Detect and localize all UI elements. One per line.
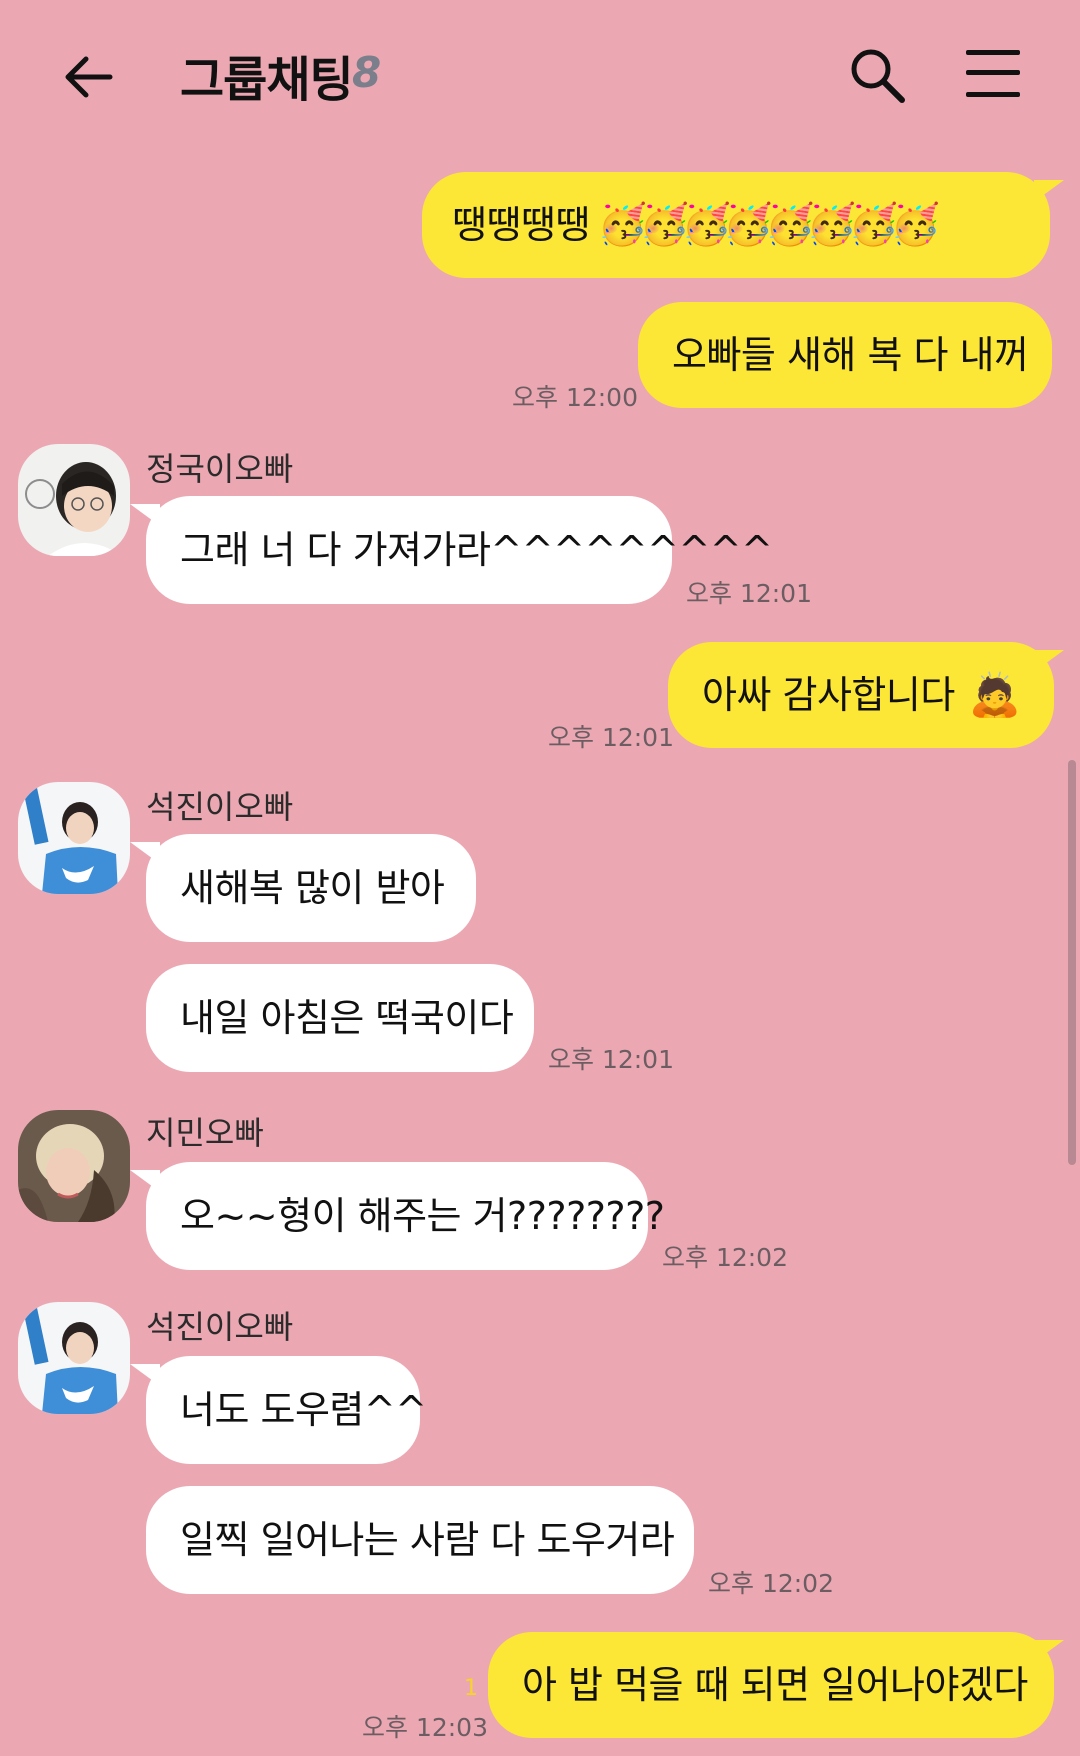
message-text: 너도 도우렴^^ <box>180 1388 427 1432</box>
scrollbar[interactable] <box>1068 760 1076 1165</box>
search-icon[interactable] <box>846 44 908 106</box>
my-message-bubble[interactable]: 아싸 감사합니다 🙇 <box>668 642 1054 748</box>
bubble-tail <box>1034 650 1064 672</box>
my-message-bubble[interactable]: 오빠들 새해 복 다 내꺼 <box>638 302 1052 408</box>
message-text: 그래 너 다 가져가라^^^^^^^^^ <box>180 528 773 572</box>
sender-name: 지민오빠 <box>146 1114 264 1152</box>
bubble-tail <box>1034 1640 1064 1662</box>
sender-name: 정국이오빠 <box>146 450 294 488</box>
message-time: 오후 12:00 <box>512 383 638 412</box>
message-time: 오후 12:01 <box>548 723 674 752</box>
message-text: 일찍 일어나는 사람 다 도우거라 <box>180 1518 675 1562</box>
message-text: 땡땡땡땡 <box>452 203 590 247</box>
bubble-tail <box>130 1170 160 1192</box>
unread-count: 1 <box>464 1676 478 1701</box>
chat-title: 그룹채팅 <box>180 52 354 108</box>
message-time: 오후 12:01 <box>686 579 812 608</box>
chat-header: 그룹채팅 8 <box>0 0 1080 150</box>
message-time: 오후 12:01 <box>548 1045 674 1074</box>
back-arrow-icon[interactable] <box>58 46 120 108</box>
other-message-bubble[interactable]: 너도 도우렴^^ <box>146 1356 427 1464</box>
message-text: 아 밥 먹을 때 되면 일어나야겠다 <box>522 1663 1028 1707</box>
sender-name: 석진이오빠 <box>146 1308 294 1346</box>
message-text: 오빠들 새해 복 다 내꺼 <box>672 333 1029 377</box>
avatar-jimin[interactable] <box>18 1110 130 1222</box>
other-message-bubble[interactable]: 내일 아침은 떡국이다 <box>146 964 534 1072</box>
sender-name: 석진이오빠 <box>146 788 294 826</box>
message-time: 오후 12:03 <box>362 1713 488 1742</box>
menu-icon[interactable] <box>966 48 1024 102</box>
message-time: 오후 12:02 <box>662 1243 788 1272</box>
bubble-tail <box>1034 180 1064 202</box>
member-count: 8 <box>352 48 382 97</box>
bubble-tail <box>130 1364 160 1386</box>
other-message-bubble[interactable]: 그래 너 다 가져가라^^^^^^^^^ <box>146 496 773 604</box>
party-face-emoji-icons: 🥳🥳🥳🥳🥳🥳🥳🥳 <box>597 202 940 248</box>
message-time: 오후 12:02 <box>708 1569 834 1598</box>
bubble-tail <box>130 504 160 526</box>
message-text: 내일 아침은 떡국이다 <box>180 996 514 1040</box>
my-message-bubble[interactable]: 아 밥 먹을 때 되면 일어나야겠다 <box>488 1632 1054 1738</box>
bubble-tail <box>130 842 160 864</box>
other-message-bubble[interactable]: 오~~형이 해주는 거???????? <box>146 1162 665 1270</box>
message-text: 새해복 많이 받아 <box>180 866 445 910</box>
avatar-jungkook[interactable] <box>18 444 130 556</box>
other-message-bubble[interactable]: 일찍 일어나는 사람 다 도우거라 <box>146 1486 694 1594</box>
bowing-person-emoji-icon: 🙇 <box>968 670 1021 719</box>
avatar-seokjin[interactable] <box>18 1302 130 1414</box>
avatar-seokjin[interactable] <box>18 782 130 894</box>
message-text: 아싸 감사합니다 <box>702 673 955 717</box>
my-message-bubble[interactable]: 땡땡땡땡 🥳🥳🥳🥳🥳🥳🥳🥳 <box>422 172 1050 278</box>
other-message-bubble[interactable]: 새해복 많이 받아 <box>146 834 476 942</box>
message-text: 오~~형이 해주는 거???????? <box>180 1194 665 1238</box>
